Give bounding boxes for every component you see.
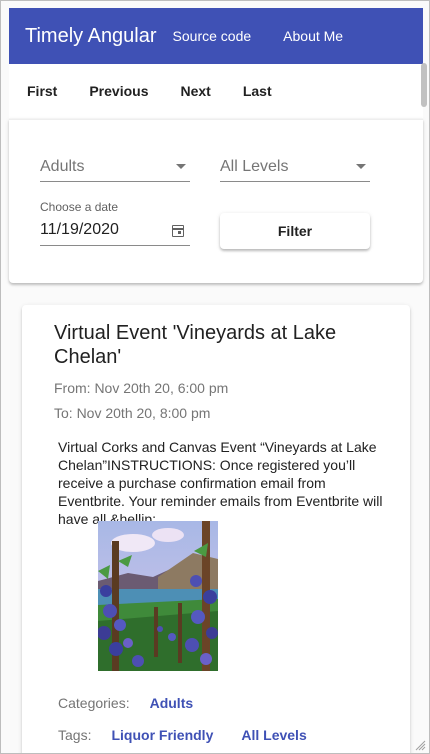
event-start-time: From: Nov 20th 20, 6:00 pm [54, 380, 229, 396]
top-toolbar: Timely Angular Source code About Me [9, 8, 423, 64]
next-page-button[interactable]: Next [164, 83, 226, 99]
resize-handle-icon[interactable] [414, 738, 426, 751]
browser-viewport: Timely Angular Source code About Me Firs… [0, 0, 430, 754]
nav-about-me-link[interactable]: About Me [283, 28, 359, 44]
pagination-bar: First Previous Next Last [9, 64, 423, 118]
filter-button[interactable]: Filter [220, 213, 370, 249]
categories-row: Categories: Adults [58, 695, 193, 711]
event-title: Virtual Event 'Vineyards at Lake Chelan' [54, 322, 337, 368]
categories-label: Categories: [58, 695, 130, 711]
date-field-label: Choose a date [40, 200, 119, 214]
category-select[interactable]: Adults [40, 154, 190, 182]
scrollbar-thumb[interactable] [421, 63, 427, 107]
event-painting-image [98, 521, 218, 671]
date-input-value: 11/19/2020 [40, 221, 119, 238]
first-page-button[interactable]: First [11, 83, 73, 99]
event-end-time: To: Nov 20th 20, 8:00 pm [54, 405, 211, 421]
app-title[interactable]: Timely Angular [25, 25, 157, 48]
tag-link-liquor-friendly[interactable]: Liquor Friendly [111, 727, 213, 743]
level-select[interactable]: All Levels [220, 154, 370, 182]
tags-row: Tags: Liquor Friendly All Levels [58, 727, 307, 743]
tags-label: Tags: [58, 727, 92, 743]
previous-page-button[interactable]: Previous [73, 83, 164, 99]
dropdown-arrow-icon [176, 164, 186, 169]
last-page-button[interactable]: Last [227, 83, 288, 99]
nav-source-code-link[interactable]: Source code [173, 28, 268, 44]
date-input[interactable]: 11/19/2020 [40, 216, 190, 246]
dropdown-arrow-icon [356, 164, 366, 169]
level-select-value: All Levels [220, 158, 289, 175]
category-select-value: Adults [40, 158, 85, 175]
calendar-icon[interactable] [172, 225, 184, 237]
event-card: Virtual Event 'Vineyards at Lake Chelan'… [22, 305, 410, 753]
category-link-adults[interactable]: Adults [150, 695, 194, 711]
tag-link-all-levels[interactable]: All Levels [241, 727, 306, 743]
event-description: Virtual Corks and Canvas Event “Vineyard… [58, 439, 383, 527]
filter-panel: Adults All Levels Choose a date 11/19/20… [9, 119, 423, 283]
